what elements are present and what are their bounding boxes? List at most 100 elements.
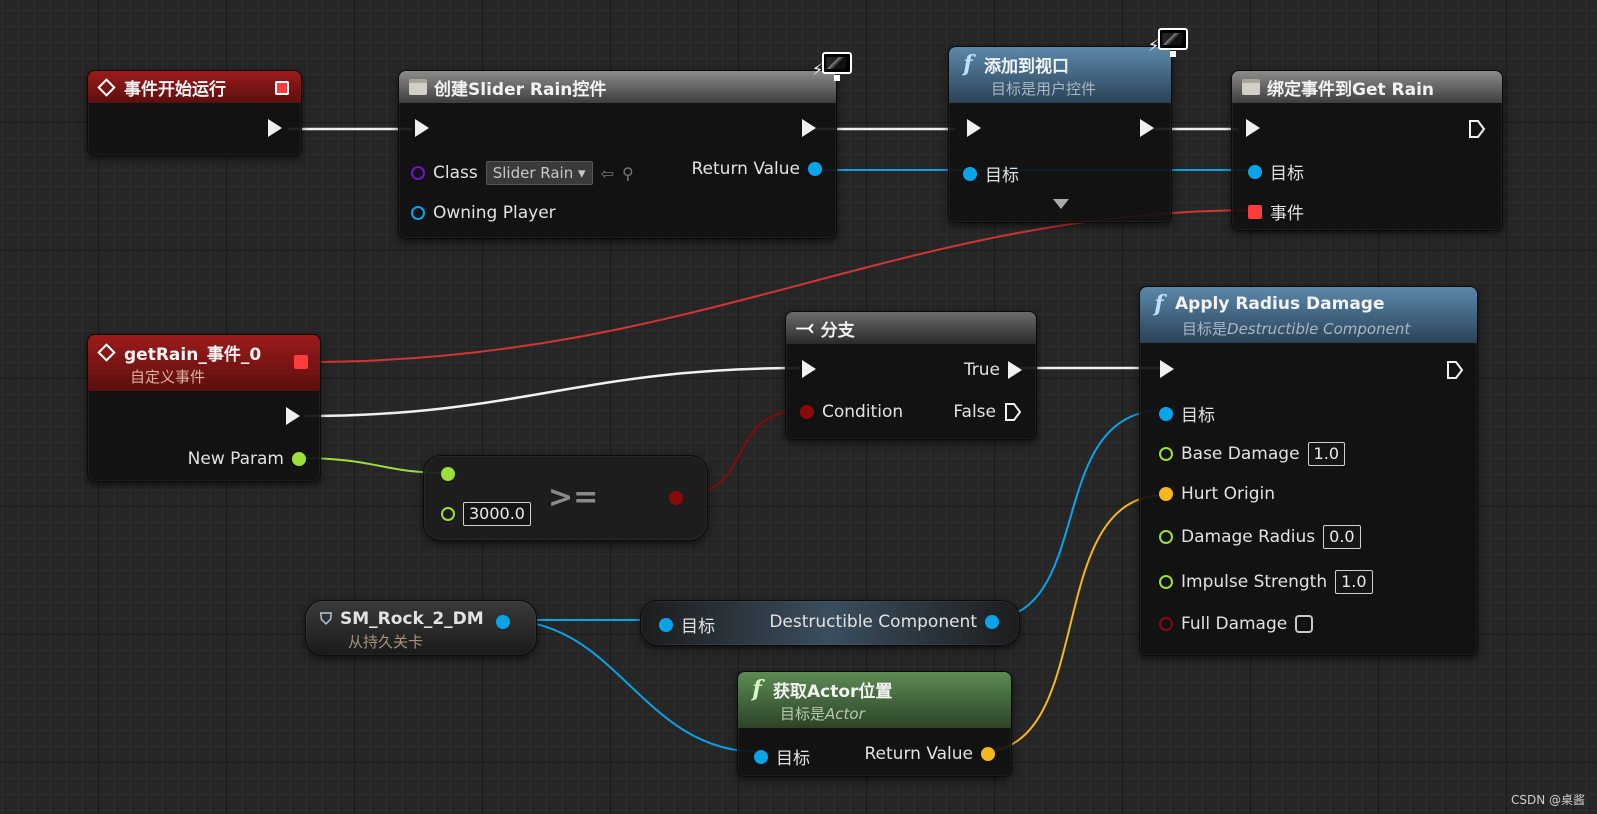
exec-out-pin[interactable] <box>268 119 282 137</box>
node-title: 创建Slider Rain控件 <box>434 79 607 100</box>
node-subtitle: 自定义事件 <box>130 367 206 386</box>
exec-wire-event-branch <box>304 366 801 418</box>
base-damage-label: Base Damage <box>1181 444 1300 464</box>
actor-shield-icon: ⛉ <box>320 609 333 628</box>
target-pin[interactable] <box>659 617 673 632</box>
full-damage-checkbox[interactable] <box>1295 615 1314 633</box>
target-pin[interactable] <box>1248 164 1262 179</box>
search-icon[interactable]: ⚲ <box>622 164 634 183</box>
class-dropdown[interactable]: Slider Rain ▾ <box>485 161 593 185</box>
return-value-pin[interactable] <box>981 747 995 761</box>
node-header: 绑定事件到Get Rain <box>1232 71 1502 103</box>
owning-player-pin[interactable] <box>411 206 425 220</box>
delegate-pin[interactable] <box>275 81 289 95</box>
bolt-icon: ⚡ <box>812 60 824 79</box>
event-diamond-icon <box>97 342 116 362</box>
full-damage-label: Full Damage <box>1181 614 1288 634</box>
base-damage-row: Base Damage 1.0 <box>1159 442 1345 466</box>
target-pin[interactable] <box>963 166 977 181</box>
input-a-pin[interactable] <box>441 467 455 481</box>
actor-out-pin[interactable] <box>496 615 510 629</box>
true-label: True <box>963 360 1000 380</box>
exec-in-pin[interactable] <box>802 360 816 378</box>
compare-node[interactable]: 3000.0 >= <box>423 455 708 541</box>
new-param-pin[interactable] <box>292 452 306 466</box>
exec-out-pin[interactable] <box>1140 119 1154 137</box>
node-header: f 获取Actor位置 目标是Actor <box>738 672 1011 728</box>
exec-out-pin[interactable] <box>286 407 300 425</box>
delegate-pin[interactable] <box>294 355 308 369</box>
create-widget-node[interactable]: 创建Slider Rain控件 Class Slider Rain ▾ ⇦ ⚲ … <box>398 70 837 239</box>
target-label: 目标 <box>1181 406 1215 426</box>
event-diamond-icon <box>97 77 116 97</box>
node-header: getRain_事件_0 自定义事件 <box>88 335 320 391</box>
exec-in-pin[interactable] <box>415 119 429 137</box>
target-row: 目标 <box>963 161 1019 186</box>
actor-title-row: ⛉ SM_Rock_2_DM <box>320 609 484 629</box>
hurt-origin-pin[interactable] <box>1159 487 1173 501</box>
target-row: 目标 <box>1159 401 1215 426</box>
exec-in-pin[interactable] <box>1160 360 1174 378</box>
false-row: False <box>953 402 1022 422</box>
target-label: 目标 <box>1270 164 1304 184</box>
node-subtitle: 从持久关卡 <box>348 633 424 651</box>
impulse-field[interactable]: 1.0 <box>1335 570 1373 594</box>
apply-radius-damage-node[interactable]: f Apply Radius Damage 目标是Destructible Com… <box>1139 286 1478 656</box>
condition-pin[interactable] <box>800 405 814 419</box>
node-subtitle: 目标是Destructible Component <box>1182 320 1411 338</box>
struct-icon <box>409 79 427 95</box>
target-row: 目标 <box>754 744 810 769</box>
target-pin[interactable] <box>1159 406 1173 421</box>
event-delegate-pin[interactable] <box>1248 204 1262 219</box>
true-row: True <box>964 360 1022 380</box>
custom-event-node[interactable]: getRain_事件_0 自定义事件 New Param <box>87 334 321 482</box>
browse-arrow-icon[interactable]: ⇦ <box>601 164 614 183</box>
exec-out-pin[interactable] <box>1468 119 1486 139</box>
node-header: ⤙ 分支 <box>786 312 1036 344</box>
exec-in-pin[interactable] <box>967 119 981 137</box>
return-value-row: Return Value <box>691 159 822 179</box>
owning-player-label: Owning Player <box>433 203 556 223</box>
bool-out-pin[interactable] <box>669 491 683 505</box>
return-value-label: Return Value <box>864 744 974 764</box>
expand-arrow-icon[interactable] <box>1053 199 1069 209</box>
target-label: 目标 <box>985 166 1019 186</box>
target-row: 目标 <box>659 612 715 637</box>
target-row: 目标 <box>1248 159 1304 184</box>
node-header: 创建Slider Rain控件 <box>399 71 836 103</box>
obj-wire-comp-apply <box>983 409 1166 621</box>
event-begin-play-node[interactable]: 事件开始运行 <box>87 70 302 156</box>
actor-reference-node[interactable]: ⛉ SM_Rock_2_DM 从持久关卡 <box>305 600 537 656</box>
base-damage-pin[interactable] <box>1159 447 1173 461</box>
full-damage-pin[interactable] <box>1159 617 1173 631</box>
output-pin[interactable] <box>985 615 999 629</box>
condition-label: Condition <box>822 402 904 422</box>
return-value-label: Return Value <box>691 159 801 179</box>
add-to-viewport-node[interactable]: f 添加到视口 目标是用户控件 目标 <box>948 46 1172 223</box>
branch-node[interactable]: ⤙ 分支 True Condition False <box>785 311 1037 440</box>
exec-in-pin[interactable] <box>1246 119 1260 137</box>
damage-radius-field[interactable]: 0.0 <box>1323 525 1361 549</box>
exec-out-pin[interactable] <box>802 119 816 137</box>
exec-out-pin[interactable] <box>1446 360 1464 380</box>
return-value-pin[interactable] <box>808 162 822 176</box>
node-title: 事件开始运行 <box>124 79 226 100</box>
impulse-pin[interactable] <box>1159 575 1173 589</box>
get-actor-location-node[interactable]: f 获取Actor位置 目标是Actor 目标 Return Value <box>737 671 1012 777</box>
class-pin[interactable] <box>411 166 425 180</box>
input-b-field[interactable]: 3000.0 <box>463 502 531 526</box>
return-value-row: Return Value <box>864 744 995 764</box>
damage-radius-pin[interactable] <box>1159 530 1173 544</box>
false-exec-pin[interactable] <box>1004 402 1022 422</box>
new-param-label: New Param <box>187 449 284 469</box>
f-function-icon: f <box>1154 291 1164 317</box>
get-component-node[interactable]: 目标 Destructible Component <box>640 600 1020 646</box>
new-param-row: New Param <box>188 449 306 469</box>
bind-event-node[interactable]: 绑定事件到Get Rain 目标 事件 <box>1231 70 1503 231</box>
bolt-icon: ⚡ <box>1148 36 1160 55</box>
input-b-pin[interactable] <box>441 507 455 521</box>
base-damage-field[interactable]: 1.0 <box>1307 442 1345 466</box>
target-pin[interactable] <box>754 749 768 764</box>
true-exec-pin[interactable] <box>1008 361 1022 379</box>
event-row: 事件 <box>1248 199 1304 224</box>
